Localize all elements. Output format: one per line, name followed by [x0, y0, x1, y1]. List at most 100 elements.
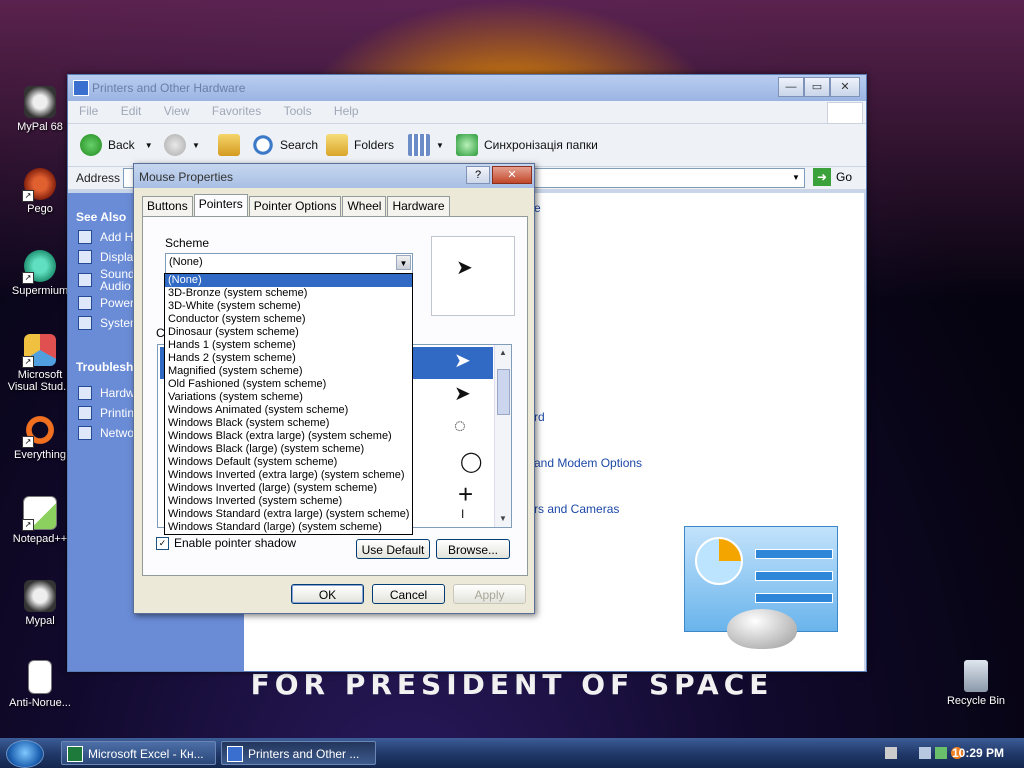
- scheme-option[interactable]: Windows Animated (system scheme): [165, 404, 412, 417]
- scheme-option[interactable]: 3D-White (system scheme): [165, 300, 412, 313]
- scheme-option[interactable]: Hands 2 (system scheme): [165, 352, 412, 365]
- scroll-thumb[interactable]: [497, 369, 510, 415]
- task-printers[interactable]: Printers and Other ...: [221, 741, 376, 765]
- mouse-illustration-icon: [727, 609, 797, 649]
- scroll-down-icon[interactable]: ▼: [495, 511, 511, 527]
- supermium-icon: ↗: [22, 250, 56, 284]
- clock[interactable]: 10:29 PM: [952, 746, 1004, 760]
- apply-button[interactable]: Apply: [453, 584, 526, 604]
- browse-button[interactable]: Browse...: [436, 539, 510, 559]
- dialog-titlebar[interactable]: Mouse Properties ? ✕: [134, 164, 534, 188]
- menu-bar: File Edit View Favorites Tools Help: [68, 101, 866, 124]
- precision-select-cursor-icon: +: [458, 479, 474, 509]
- start-button[interactable]: [6, 740, 44, 768]
- content-link-keyboard[interactable]: rd: [534, 410, 545, 424]
- cancel-button[interactable]: Cancel: [372, 584, 445, 604]
- windows-logo-icon: [827, 102, 863, 124]
- scheme-option[interactable]: Windows Inverted (extra large) (system s…: [165, 469, 412, 482]
- menu-edit[interactable]: Edit: [110, 101, 150, 118]
- safely-remove-icon[interactable]: [935, 747, 947, 759]
- scheme-option[interactable]: (None): [165, 274, 412, 287]
- scheme-option[interactable]: Windows Standard (extra large) (system s…: [165, 508, 412, 521]
- shortcut-arrow-icon: ↗: [22, 436, 34, 448]
- power-icon: [78, 296, 92, 310]
- use-default-button[interactable]: Use Default: [356, 539, 430, 559]
- forward-arrow-icon: [164, 134, 186, 156]
- keyboard-icon[interactable]: [885, 747, 897, 759]
- menu-view[interactable]: View: [153, 101, 198, 118]
- go-arrow-icon: ➜: [813, 168, 831, 186]
- chevron-down-icon[interactable]: ▼: [436, 141, 444, 150]
- pointer-preview: ➤: [431, 236, 515, 316]
- explorer-app-icon: [227, 746, 243, 762]
- forward-button[interactable]: ▼: [164, 134, 200, 156]
- checkmark-icon[interactable]: ✓: [156, 536, 169, 550]
- scheme-option[interactable]: Conductor (system scheme): [165, 313, 412, 326]
- task-excel[interactable]: Microsoft Excel - Кн...: [61, 741, 216, 765]
- illustration-bar: [755, 571, 833, 581]
- visual-studio-icon: ↗: [22, 334, 56, 368]
- help-button[interactable]: ?: [466, 166, 490, 184]
- maximize-button[interactable]: ▭: [804, 77, 830, 97]
- tab-hardware[interactable]: Hardware: [387, 196, 450, 216]
- chevron-down-icon[interactable]: ▼: [192, 141, 200, 150]
- scheme-option[interactable]: Windows Black (system scheme): [165, 417, 412, 430]
- up-folder-button[interactable]: [218, 134, 246, 156]
- search-icon: [252, 134, 274, 156]
- scheme-option[interactable]: Windows Inverted (large) (system scheme): [165, 482, 412, 495]
- chevron-down-icon[interactable]: ▼: [396, 255, 411, 270]
- sync-icon: [456, 134, 478, 156]
- help-icon: [78, 386, 92, 400]
- up-folder-icon: [218, 134, 240, 156]
- scheme-label: Scheme: [165, 236, 210, 250]
- explorer-titlebar[interactable]: Printers and Other Hardware — ▭ ✕: [68, 75, 866, 101]
- menu-help[interactable]: Help: [323, 101, 367, 118]
- pointer-shadow-checkbox[interactable]: ✓ Enable pointer shadow: [156, 536, 296, 550]
- scheme-option[interactable]: Hands 1 (system scheme): [165, 339, 412, 352]
- dialog-close-button[interactable]: ✕: [492, 166, 532, 184]
- scheme-option[interactable]: Windows Black (extra large) (system sche…: [165, 430, 412, 443]
- folders-button[interactable]: Folders: [326, 134, 394, 156]
- scroll-up-icon[interactable]: ▲: [495, 345, 511, 361]
- tab-pointers[interactable]: Pointers: [193, 194, 248, 217]
- ok-button[interactable]: OK: [291, 584, 364, 604]
- explorer-title: Printers and Other Hardware: [92, 81, 246, 95]
- search-button[interactable]: Search: [252, 134, 318, 156]
- content-link-scanners-cameras[interactable]: rs and Cameras: [534, 502, 619, 516]
- sync-folders-button[interactable]: Синхронізація папки: [456, 134, 598, 156]
- views-button[interactable]: ▼: [408, 134, 444, 156]
- tab-pointer-options[interactable]: Pointer Options: [248, 196, 342, 216]
- scheme-option[interactable]: Windows Black (large) (system scheme): [165, 443, 412, 456]
- scheme-option[interactable]: Windows Default (system scheme): [165, 456, 412, 469]
- menu-file[interactable]: File: [68, 101, 106, 118]
- content-link-header[interactable]: e: [534, 201, 541, 215]
- scheme-option[interactable]: Windows Inverted (system scheme): [165, 495, 412, 508]
- menu-favorites[interactable]: Favorites: [201, 101, 269, 118]
- help-icon: [78, 406, 92, 420]
- scheme-dropdown-list[interactable]: (None) 3D-Bronze (system scheme) 3D-Whit…: [164, 273, 413, 535]
- minimize-button[interactable]: —: [778, 77, 804, 97]
- scheme-option[interactable]: 3D-Bronze (system scheme): [165, 287, 412, 300]
- back-button[interactable]: Back ▼: [80, 134, 153, 156]
- notepadpp-icon: ↗: [22, 496, 57, 531]
- tab-wheel[interactable]: Wheel: [342, 196, 387, 216]
- display-icon: [78, 250, 92, 264]
- menu-tools[interactable]: Tools: [273, 101, 320, 118]
- chevron-down-icon[interactable]: ▼: [789, 170, 803, 186]
- scheme-select[interactable]: (None) ▼: [165, 253, 413, 274]
- raccoon-icon: [24, 86, 56, 118]
- scheme-option[interactable]: Dinosaur (system scheme): [165, 326, 412, 339]
- desktop-icon-recycle-bin[interactable]: Recycle Bin: [938, 660, 1014, 707]
- close-button[interactable]: ✕: [830, 77, 860, 97]
- go-button[interactable]: ➜ Go: [813, 168, 852, 186]
- shortcut-arrow-icon: ↗: [22, 356, 34, 368]
- content-link-phone-modem[interactable]: and Modem Options: [534, 456, 642, 470]
- scheme-option[interactable]: Variations (system scheme): [165, 391, 412, 404]
- scheme-option[interactable]: Magnified (system scheme): [165, 365, 412, 378]
- cursor-list-scrollbar[interactable]: ▲ ▼: [494, 345, 511, 527]
- network-icon[interactable]: [919, 747, 931, 759]
- scheme-option[interactable]: Old Fashioned (system scheme): [165, 378, 412, 391]
- tab-buttons[interactable]: Buttons: [142, 196, 193, 216]
- chevron-down-icon[interactable]: ▼: [145, 141, 153, 150]
- scheme-option[interactable]: Windows Standard (large) (system scheme): [165, 521, 412, 534]
